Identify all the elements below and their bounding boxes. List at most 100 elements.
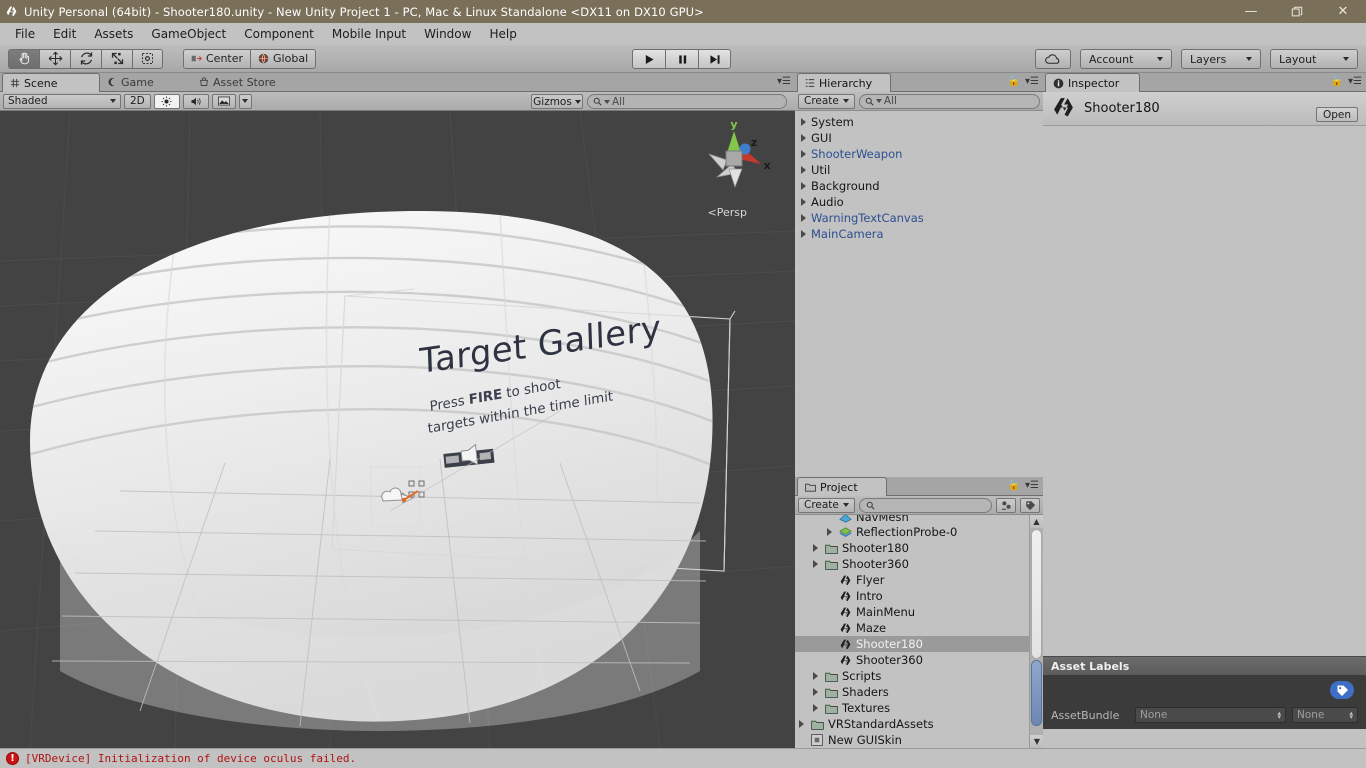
- tab-asset-store[interactable]: Asset Store: [192, 73, 286, 91]
- disclosure-triangle-icon[interactable]: [813, 669, 822, 683]
- menu-edit[interactable]: Edit: [44, 25, 85, 43]
- toggle-2d-button[interactable]: 2D: [124, 93, 151, 109]
- menu-file[interactable]: File: [6, 25, 44, 43]
- layers-button[interactable]: Layers: [1181, 49, 1261, 69]
- scale-tool-button[interactable]: [101, 48, 132, 69]
- hierarchy-item-shooterweapon[interactable]: ShooterWeapon: [795, 146, 1043, 162]
- maximize-button[interactable]: [1274, 0, 1320, 23]
- panel-menu-icon[interactable]: ▾☰: [1025, 480, 1039, 491]
- scene-orientation-gizmo[interactable]: y x z: [693, 117, 775, 199]
- move-tool-button[interactable]: [39, 48, 70, 69]
- draw-mode-dropdown[interactable]: Shaded: [3, 93, 121, 109]
- hierarchy-item-warningtextcanvas[interactable]: WarningTextCanvas: [795, 210, 1043, 226]
- project-item[interactable]: Shooter360: [795, 556, 1029, 572]
- menu-help[interactable]: Help: [480, 25, 525, 43]
- tab-project[interactable]: Project: [797, 477, 887, 496]
- hand-tool-button[interactable]: [8, 48, 39, 69]
- project-filter-by-label-button[interactable]: [1020, 497, 1040, 513]
- disclosure-triangle-icon[interactable]: [799, 717, 808, 731]
- disclosure-triangle-icon[interactable]: [813, 557, 822, 571]
- hierarchy-item-audio[interactable]: Audio: [795, 194, 1043, 210]
- panel-menu-icon[interactable]: ▾☰: [777, 76, 791, 87]
- hierarchy-item-maincamera[interactable]: MainCamera: [795, 226, 1043, 242]
- hierarchy-search-input[interactable]: All: [858, 93, 1040, 109]
- project-item[interactable]: NavMesh: [795, 515, 1029, 524]
- scroll-thumb[interactable]: [1031, 660, 1042, 726]
- layout-button[interactable]: Layout: [1270, 49, 1358, 69]
- project-create-button[interactable]: Create: [798, 497, 855, 513]
- open-scene-button[interactable]: Open: [1315, 107, 1358, 122]
- scene-effects-dropdown[interactable]: [238, 93, 252, 109]
- disclosure-triangle-icon[interactable]: [813, 541, 822, 555]
- project-item[interactable]: Shaders: [795, 684, 1029, 700]
- disclosure-triangle-icon[interactable]: [801, 182, 806, 190]
- disclosure-triangle-icon[interactable]: [801, 214, 806, 222]
- disclosure-triangle-icon[interactable]: [801, 134, 806, 142]
- add-label-button[interactable]: [1330, 681, 1354, 699]
- menu-mobile-input[interactable]: Mobile Input: [323, 25, 415, 43]
- project-search-input[interactable]: [858, 497, 992, 513]
- disclosure-triangle-icon[interactable]: [801, 166, 806, 174]
- rotate-tool-button[interactable]: [70, 48, 101, 69]
- pivot-mode-button[interactable]: Center: [183, 48, 251, 69]
- hierarchy-item-gui[interactable]: GUI: [795, 130, 1043, 146]
- pivot-rotation-button[interactable]: Global: [250, 48, 317, 69]
- hierarchy-item-util[interactable]: Util: [795, 162, 1043, 178]
- disclosure-triangle-icon[interactable]: [801, 230, 806, 238]
- scroll-track[interactable]: [1031, 529, 1042, 659]
- disclosure-triangle-icon[interactable]: [801, 150, 806, 158]
- lock-icon[interactable]: 🔓: [1008, 76, 1020, 87]
- disclosure-triangle-icon[interactable]: [801, 118, 806, 126]
- status-bar[interactable]: ! [VRDevice] Initialization of device oc…: [0, 748, 1366, 768]
- minimize-button[interactable]: —: [1228, 0, 1274, 23]
- project-scrollbar[interactable]: ▲ ▼: [1029, 515, 1044, 748]
- disclosure-triangle-icon[interactable]: [801, 198, 806, 206]
- menu-assets[interactable]: Assets: [85, 25, 142, 43]
- project-item[interactable]: Shooter180: [795, 540, 1029, 556]
- project-item[interactable]: Maze: [795, 620, 1029, 636]
- project-filter-by-type-button[interactable]: [996, 497, 1016, 513]
- play-button[interactable]: [632, 49, 665, 69]
- project-item[interactable]: Textures: [795, 700, 1029, 716]
- step-button[interactable]: [698, 49, 731, 69]
- project-item[interactable]: Intro: [795, 588, 1029, 604]
- scene-viewport[interactable]: Target Gallery Press FIRE to shoot targe…: [0, 111, 795, 748]
- project-item[interactable]: ReflectionProbe-0: [795, 524, 1029, 540]
- project-item[interactable]: Shooter180: [795, 636, 1029, 652]
- assetbundle-dropdown[interactable]: None ▴ ▾: [1135, 707, 1286, 723]
- scene-effects-toggle[interactable]: [211, 93, 236, 109]
- lock-icon[interactable]: 🔓: [1008, 480, 1020, 491]
- scene-audio-toggle[interactable]: [182, 93, 209, 109]
- scroll-down-arrow[interactable]: ▼: [1030, 735, 1044, 748]
- close-button[interactable]: ✕: [1320, 0, 1366, 23]
- project-item[interactable]: Shooter360: [795, 652, 1029, 668]
- panel-menu-icon[interactable]: ▾☰: [1025, 76, 1039, 87]
- hierarchy-list[interactable]: System GUI ShooterWeapon Util Background Audi…: [795, 111, 1043, 475]
- hierarchy-item-background[interactable]: Background: [795, 178, 1043, 194]
- hierarchy-item-system[interactable]: System: [795, 114, 1043, 130]
- lock-icon[interactable]: 🔓: [1331, 76, 1343, 87]
- menu-component[interactable]: Component: [235, 25, 323, 43]
- assetbundle-variant-dropdown[interactable]: None ▴ ▾: [1292, 707, 1358, 723]
- project-list[interactable]: NavMesh ReflectionProbe-0 Shooter180 Shoote…: [795, 515, 1029, 748]
- disclosure-triangle-icon[interactable]: [813, 685, 822, 699]
- hierarchy-create-button[interactable]: Create: [798, 93, 855, 109]
- scroll-up-arrow[interactable]: ▲: [1030, 515, 1043, 528]
- cloud-services-button[interactable]: [1035, 49, 1071, 69]
- disclosure-triangle-icon[interactable]: [827, 525, 836, 539]
- project-item[interactable]: MainMenu: [795, 604, 1029, 620]
- menu-gameobject[interactable]: GameObject: [142, 25, 235, 43]
- rect-tool-button[interactable]: [132, 48, 163, 69]
- gizmos-dropdown[interactable]: Gizmos: [531, 94, 583, 109]
- panel-menu-icon[interactable]: ▾☰: [1348, 76, 1362, 87]
- project-item[interactable]: VRStandardAssets: [795, 716, 1029, 732]
- project-item[interactable]: Flyer: [795, 572, 1029, 588]
- tab-scene[interactable]: Scene: [2, 73, 100, 92]
- project-item[interactable]: New GUISkin: [795, 732, 1029, 748]
- tab-game[interactable]: Game: [100, 73, 192, 91]
- menu-window[interactable]: Window: [415, 25, 480, 43]
- project-item[interactable]: Scripts: [795, 668, 1029, 684]
- scene-search-input[interactable]: All: [587, 94, 787, 109]
- tab-inspector[interactable]: Inspector: [1045, 73, 1140, 92]
- account-button[interactable]: Account: [1080, 49, 1172, 69]
